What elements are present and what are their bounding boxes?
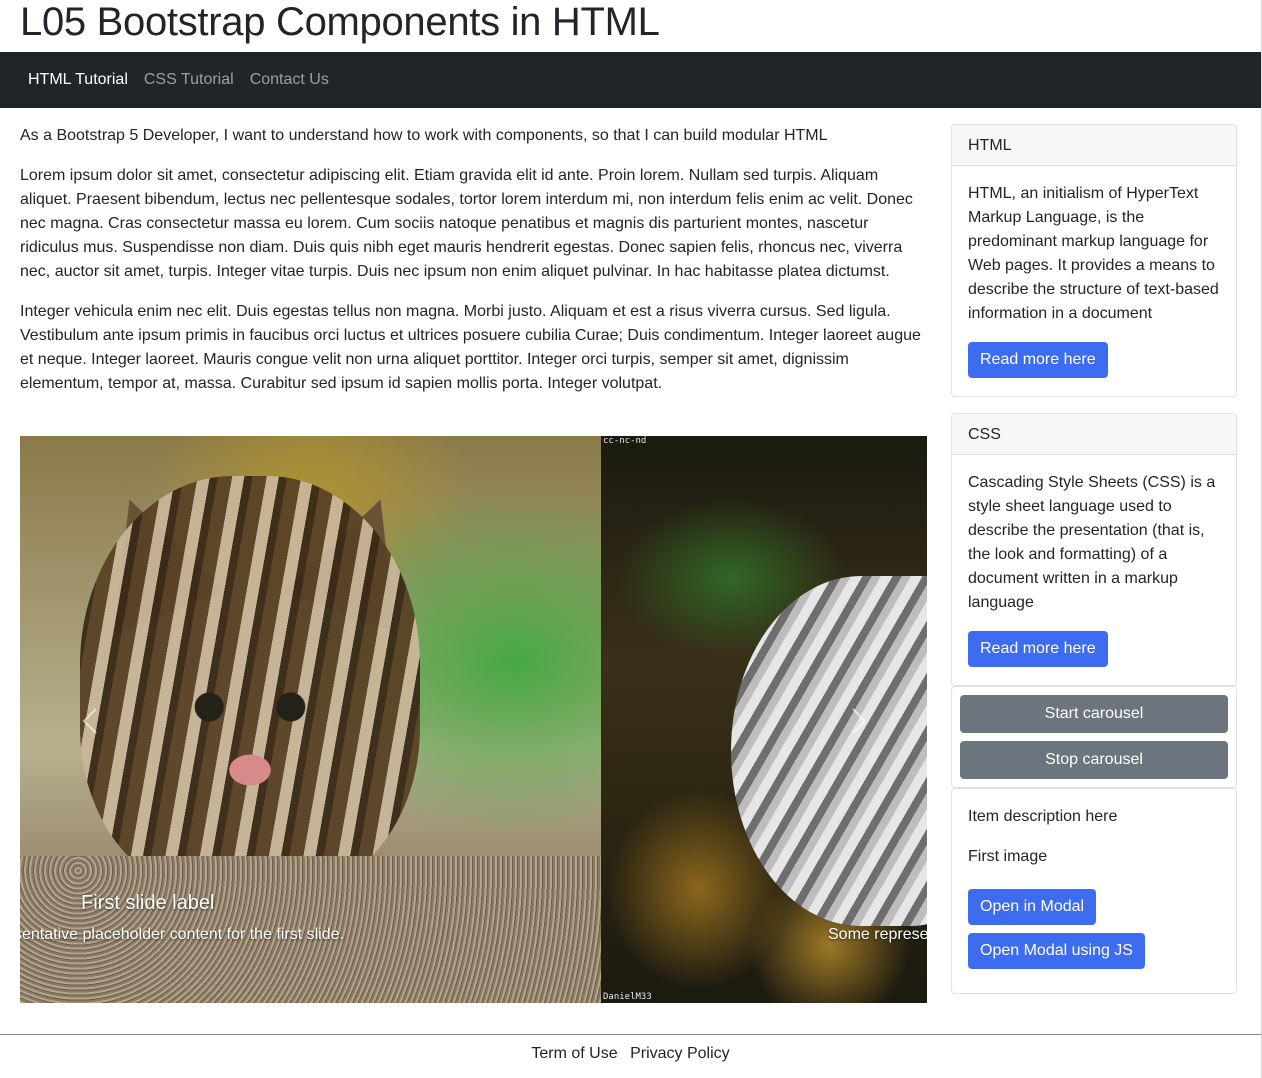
carousel-slide-2-image: cc-nc-nd DanielM33 xyxy=(601,436,927,1003)
carousel-slide-1-image xyxy=(20,436,601,1003)
main-content: As a Bootstrap 5 Developer, I want to un… xyxy=(20,108,928,396)
nav-link-contact-us[interactable]: Contact Us xyxy=(250,71,329,89)
css-card-header: CSS xyxy=(952,414,1236,455)
page-title: L05 Bootstrap Components in HTML xyxy=(20,0,660,44)
css-card: CSS Cascading Style Sheets (CSS) is a st… xyxy=(951,413,1237,686)
navbar: HTML Tutorial CSS Tutorial Contact Us xyxy=(0,52,1261,108)
item-card: Item description here First image Open i… xyxy=(951,788,1237,994)
carousel-controls-card: Start carousel Stop carousel xyxy=(951,686,1237,788)
lorem-paragraph-2: Integer vehicula enim nec elit. Duis ege… xyxy=(20,303,921,392)
author-watermark: DanielM33 xyxy=(603,992,652,1002)
slide-1-caption-title: First slide label xyxy=(81,892,215,914)
open-modal-button[interactable]: Open in Modal xyxy=(968,889,1097,925)
carousel-next-button[interactable] xyxy=(843,706,873,736)
html-read-more-button[interactable]: Read more here xyxy=(968,342,1108,378)
lorem-paragraph-1: Lorem ipsum dolor sit amet, consectetur … xyxy=(20,167,913,280)
image-carousel[interactable]: cc-nc-nd DanielM33 First slide label sen… xyxy=(20,436,927,1003)
chevron-left-icon xyxy=(82,708,97,734)
css-read-more-button[interactable]: Read more here xyxy=(968,631,1108,667)
item-description: Item description here xyxy=(968,808,1118,825)
intro-paragraph: As a Bootstrap 5 Developer, I want to un… xyxy=(20,127,828,144)
slide-1-caption-text: sentative placeholder content for the fi… xyxy=(20,926,344,943)
open-modal-js-button[interactable]: Open Modal using JS xyxy=(968,933,1145,969)
html-card: HTML HTML, an initialism of HyperText Ma… xyxy=(951,124,1237,397)
nav-link-html-tutorial[interactable]: HTML Tutorial xyxy=(28,71,128,89)
chevron-right-icon xyxy=(852,708,867,734)
css-card-text: Cascading Style Sheets (CSS) is a style … xyxy=(968,474,1216,611)
kitten-photo-2 xyxy=(731,576,927,926)
item-image-name: First image xyxy=(968,848,1048,865)
stop-carousel-button[interactable]: Stop carousel xyxy=(960,741,1228,779)
slide-2-caption-text: Some represe xyxy=(828,926,927,943)
footer: Term of Use Privacy Policy xyxy=(0,1034,1261,1078)
start-carousel-button[interactable]: Start carousel xyxy=(960,695,1228,733)
nav-link-css-tutorial[interactable]: CSS Tutorial xyxy=(144,71,234,89)
license-watermark: cc-nc-nd xyxy=(603,436,647,446)
html-card-header: HTML xyxy=(952,125,1236,166)
html-card-text: HTML, an initialism of HyperText Markup … xyxy=(968,185,1219,322)
footer-terms-link[interactable]: Term of Use xyxy=(531,1045,617,1062)
carousel-prev-button[interactable] xyxy=(76,706,106,736)
kitten-photo-1 xyxy=(80,476,420,896)
footer-privacy-link[interactable]: Privacy Policy xyxy=(630,1045,730,1062)
